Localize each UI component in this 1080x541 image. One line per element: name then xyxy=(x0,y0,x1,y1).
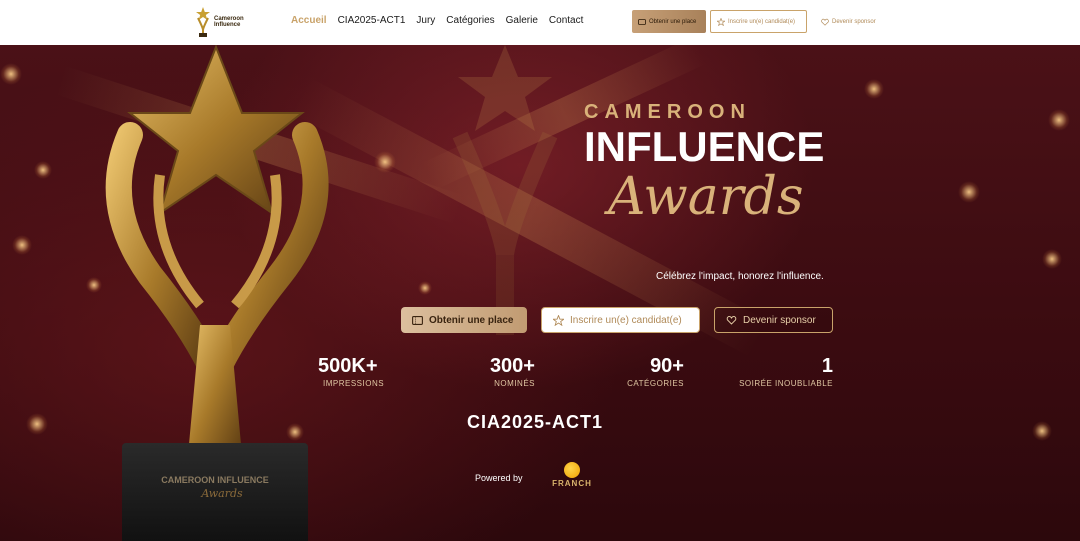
bokeh-light xyxy=(864,79,884,99)
nav-links: Accueil CIA2025-ACT1 Jury Catégories Gal… xyxy=(291,15,583,26)
top-navbar: Cameroon Influence Accueil CIA2025-ACT1 … xyxy=(0,0,1080,45)
background-trophy-image xyxy=(452,45,558,335)
become-sponsor-label: Devenir sponsor xyxy=(743,314,816,326)
powered-by-text: Powered by xyxy=(475,473,523,483)
trophy-base-subtitle: Awards xyxy=(200,487,243,500)
nav-register-candidate-button[interactable]: Inscrire un(e) candidat(e) xyxy=(710,10,807,33)
hero-title-awards: Awards xyxy=(608,167,804,227)
franch-logo[interactable]: FRANCH xyxy=(547,462,597,490)
nav-get-ticket-label: Obtenir une place xyxy=(649,18,697,25)
get-ticket-label: Obtenir une place xyxy=(429,314,514,326)
stat-nominees: 300+ NOMINÉS xyxy=(480,355,535,388)
register-candidate-button[interactable]: Inscrire un(e) candidat(e) xyxy=(541,307,700,333)
hero-tagline: Célébrez l'impact, honorez l'influence. xyxy=(656,271,824,282)
stat-value: 1 xyxy=(821,355,833,377)
logo-text: Cameroon Influence xyxy=(214,16,244,28)
heart-handshake-icon xyxy=(726,315,737,325)
nav-link-galerie[interactable]: Galerie xyxy=(506,15,538,26)
nav-become-sponsor-label: Devenir sponsor xyxy=(832,18,876,25)
bokeh-light xyxy=(1042,249,1062,269)
bokeh-light xyxy=(1032,421,1052,441)
nav-become-sponsor-button[interactable]: Devenir sponsor xyxy=(815,10,885,33)
stat-label: CATÉGORIES xyxy=(627,379,684,388)
hero-title-influence: INFLUENCE xyxy=(584,123,825,170)
nav-link-accueil[interactable]: Accueil xyxy=(291,15,327,26)
bokeh-light xyxy=(958,181,980,203)
get-ticket-button[interactable]: Obtenir une place xyxy=(401,307,527,333)
stat-impressions: 500K+ IMPRESSIONS xyxy=(318,355,384,388)
stat-value: 500K+ xyxy=(318,355,378,377)
franch-wordmark: FRANCH xyxy=(552,479,592,488)
stat-label: IMPRESSIONS xyxy=(323,379,385,388)
logo-line-2: Influence xyxy=(214,22,241,28)
register-candidate-label: Inscrire un(e) candidat(e) xyxy=(570,314,682,326)
stat-evening: 1 SOIRÉE INOUBLIABLE xyxy=(732,355,833,388)
hero-section: CAMEROON INFLUENCE Awards CAMEROON INFLU… xyxy=(0,45,1080,541)
nav-link-categories[interactable]: Catégories xyxy=(446,15,494,26)
edition-title: CIA2025-ACT1 xyxy=(467,412,604,432)
ticket-icon xyxy=(412,315,423,325)
stat-label: NOMINÉS xyxy=(494,379,535,388)
site-logo[interactable]: Cameroon Influence xyxy=(195,5,249,39)
bokeh-light xyxy=(374,151,396,173)
nav-register-candidate-label: Inscrire un(e) candidat(e) xyxy=(728,18,796,25)
stat-value: 90+ xyxy=(650,355,684,377)
stat-value: 300+ xyxy=(489,355,535,377)
nav-link-cia2025[interactable]: CIA2025-ACT1 xyxy=(338,15,406,26)
hero-title-cameroon: CAMEROON xyxy=(584,101,751,123)
nav-link-jury[interactable]: Jury xyxy=(416,15,435,26)
star-icon xyxy=(553,314,564,326)
bokeh-light xyxy=(0,63,22,85)
bokeh-light xyxy=(34,161,52,179)
stat-label: SOIRÉE INOUBLIABLE xyxy=(739,379,833,388)
franch-ball-icon xyxy=(564,462,580,478)
bokeh-light xyxy=(12,235,32,255)
bokeh-light xyxy=(1048,109,1070,131)
heart-handshake-icon xyxy=(821,18,829,26)
bokeh-light xyxy=(26,413,48,435)
trophy-base-title: CAMEROON INFLUENCE xyxy=(161,475,269,485)
star-icon xyxy=(717,17,725,26)
trophy-logo-icon xyxy=(196,7,210,37)
stat-categories: 90+ CATÉGORIES xyxy=(620,355,684,388)
ticket-icon xyxy=(638,18,646,25)
trophy-image: CAMEROON INFLUENCE Awards xyxy=(105,45,329,541)
become-sponsor-button[interactable]: Devenir sponsor xyxy=(714,307,833,333)
nav-get-ticket-button[interactable]: Obtenir une place xyxy=(632,10,706,33)
nav-link-contact[interactable]: Contact xyxy=(549,15,583,26)
